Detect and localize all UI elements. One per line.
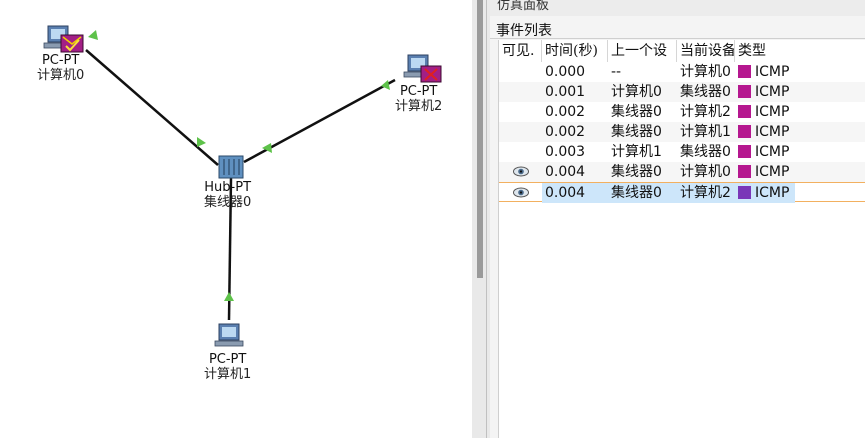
pc1-computer-icon[interactable] — [214, 323, 244, 347]
event-current-cell: 集线器0 — [680, 84, 731, 100]
event-type-label: ICMP — [755, 144, 790, 160]
event-type-label: ICMP — [755, 64, 790, 80]
packet-color-swatch — [738, 85, 751, 98]
event-row[interactable]: 0.004 集线器0 计算机2 ICMP — [499, 182, 865, 203]
event-type-cell: ICMP — [735, 82, 795, 102]
pc2-label[interactable]: PC-PT 计算机2 — [395, 84, 442, 114]
event-type-cell: ICMP — [735, 102, 795, 122]
event-row[interactable]: 0.002 集线器0 计算机1 ICMP — [499, 122, 865, 142]
hub-label[interactable]: Hub-PT 集线器0 — [204, 180, 251, 210]
link-status-arrow — [88, 30, 98, 40]
event-last-cell: 集线器0 — [611, 104, 662, 120]
event-type-cell: ICMP — [735, 62, 795, 82]
hub-icon[interactable] — [218, 155, 244, 179]
event-row[interactable]: 0.002 集线器0 计算机2 ICMP — [499, 102, 865, 122]
event-list-label: 事件列表 — [496, 23, 552, 39]
link-status-arrow — [381, 80, 390, 90]
column-header-last-device[interactable]: 上一个设 — [608, 40, 677, 62]
event-last-cell: -- — [611, 64, 622, 80]
packet-color-swatch — [738, 186, 751, 199]
event-last-cell: 集线器0 — [611, 124, 662, 140]
packet-color-swatch — [738, 165, 751, 178]
event-row[interactable]: 0.004 集线器0 计算机0 ICMP — [499, 162, 865, 182]
pc2-computer-icon[interactable] — [403, 54, 442, 83]
hub-model: Hub-PT — [204, 180, 252, 195]
splitter-line — [486, 0, 487, 438]
pc0-name: 计算机0 — [37, 68, 85, 83]
link-pc0-hub[interactable] — [85, 49, 219, 166]
event-current-cell: 计算机2 — [677, 183, 735, 203]
event-type-label: ICMP — [755, 185, 790, 201]
pc0-model: PC-PT — [41, 53, 80, 68]
event-current-cell: 集线器0 — [680, 144, 731, 160]
event-type-cell: ICMP — [735, 142, 795, 162]
event-row[interactable]: 0.000 -- 计算机0 ICMP — [499, 62, 865, 82]
event-visible-cell[interactable] — [499, 162, 542, 182]
link-status-arrow — [224, 292, 234, 301]
event-type-cell: ICMP — [735, 183, 795, 203]
event-time-cell: 0.004 — [542, 183, 608, 203]
packet-color-swatch — [738, 65, 751, 78]
event-visible-cell[interactable] — [499, 102, 542, 122]
pc1-model: PC-PT — [208, 352, 247, 367]
event-visible-cell[interactable] — [499, 142, 542, 162]
event-time-cell: 0.004 — [545, 164, 586, 180]
event-type-label: ICMP — [755, 164, 790, 180]
event-time-cell: 0.003 — [545, 144, 586, 160]
link-status-arrow — [197, 137, 206, 147]
event-current-cell: 计算机1 — [680, 124, 731, 140]
splitter-grip[interactable] — [477, 0, 483, 278]
pc1-name: 计算机1 — [204, 367, 252, 382]
panel-title: 仿真面板 — [490, 0, 865, 16]
panel-splitter[interactable] — [472, 0, 490, 438]
column-header-time[interactable]: 时间(秒) — [542, 40, 608, 62]
event-time-cell: 0.002 — [545, 104, 586, 120]
event-list-table[interactable]: 可见. 时间(秒) 上一个设 当前设备 类型 0.000 -- 计算机0 ICMP 0.… — [498, 40, 865, 438]
event-time-cell: 0.000 — [545, 64, 586, 80]
event-type-label: ICMP — [755, 124, 790, 140]
event-current-cell: 计算机0 — [680, 164, 731, 180]
event-time-cell: 0.002 — [545, 124, 586, 140]
event-last-cell: 集线器0 — [611, 164, 662, 180]
event-type-cell: ICMP — [735, 162, 795, 182]
panel-separator — [490, 38, 865, 39]
event-type-label: ICMP — [755, 84, 790, 100]
column-header-type[interactable]: 类型 — [735, 40, 865, 62]
topology-canvas[interactable]: PC-PT 计算机0 PC-PT 计算机2 Hub-PT 集线器0 PC-PT … — [0, 0, 472, 438]
column-header-current-device[interactable]: 当前设备 — [677, 40, 735, 62]
event-current-cell: 计算机0 — [680, 64, 731, 80]
event-current-cell: 计算机2 — [680, 104, 731, 120]
event-type-label: ICMP — [755, 104, 790, 120]
event-row[interactable]: 0.003 计算机1 集线器0 ICMP — [499, 142, 865, 162]
column-header-visible[interactable]: 可见. — [499, 40, 542, 62]
event-last-cell: 计算机0 — [611, 84, 662, 100]
eye-icon — [513, 187, 529, 198]
event-visible-cell[interactable] — [499, 122, 542, 142]
event-visible-cell[interactable] — [499, 183, 542, 203]
event-visible-cell[interactable] — [499, 82, 542, 102]
hub-name: 集线器0 — [204, 195, 252, 210]
event-visible-cell[interactable] — [499, 62, 542, 82]
packet-color-swatch — [738, 145, 751, 158]
pc0-label[interactable]: PC-PT 计算机0 — [37, 53, 84, 83]
pc2-model: PC-PT — [399, 84, 438, 99]
event-type-cell: ICMP — [735, 122, 795, 142]
simulation-panel: 仿真面板 事件列表 可见. 时间(秒) 上一个设 当前设备 类型 0.000 --… — [490, 0, 865, 438]
event-row[interactable]: 0.001 计算机0 集线器0 ICMP — [499, 82, 865, 102]
pc0-computer-icon[interactable] — [43, 25, 84, 53]
pc1-label[interactable]: PC-PT 计算机1 — [204, 352, 251, 382]
pc2-name: 计算机2 — [395, 99, 443, 114]
packet-color-swatch — [738, 105, 751, 118]
packet-color-swatch — [738, 125, 751, 138]
event-last-cell: 计算机1 — [611, 144, 662, 160]
event-last-cell: 集线器0 — [608, 183, 677, 203]
event-time-cell: 0.001 — [545, 84, 586, 100]
eye-icon — [513, 166, 529, 177]
